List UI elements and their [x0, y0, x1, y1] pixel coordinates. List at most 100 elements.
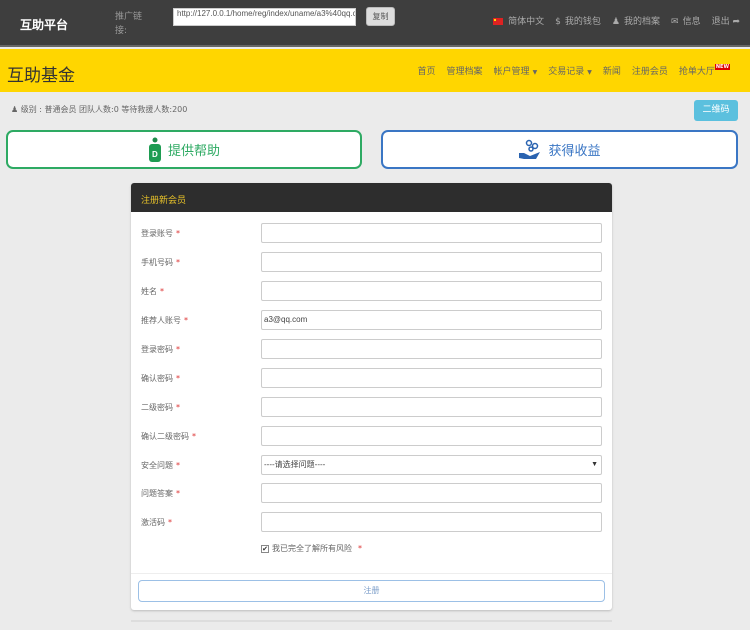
top-bar: 互助平台 推广链接: http://127.0.0.1/home/reg/ind… [0, 0, 750, 47]
form-row: 确认密码 * [131, 368, 612, 388]
logout-label: 退出 [711, 17, 730, 27]
register-panel: 注册新会员 登录账号 * 手机号码 * 姓名 * 推荐人账号 * a3@qq.com 登录密码 * 确… [131, 183, 612, 610]
form-input[interactable] [261, 339, 602, 359]
security-question-select[interactable]: ----请选择问题---- ▼ [261, 455, 602, 475]
form-input[interactable] [261, 252, 602, 272]
form-input[interactable] [261, 512, 602, 532]
risk-agreement[interactable]: ✔ 我已完全了解所有风险 * [261, 543, 362, 554]
share-icon: ➦ [729, 17, 740, 27]
nav-account-label: 帐户管理 [493, 67, 530, 77]
messages-label: 信息 [682, 17, 701, 27]
coin-jar-icon: D [148, 137, 161, 162]
nav-transactions[interactable]: 交易记录 ▼ [548, 64, 592, 77]
agree-label: 我已完全了解所有风险 [272, 544, 352, 553]
nav-register[interactable]: 注册会员 [632, 64, 668, 77]
form-row: 登录账号 * [131, 223, 612, 243]
divider [131, 620, 612, 622]
flag-cn-icon [493, 18, 504, 25]
dropdown-arrow-icon: ▼ [591, 461, 598, 468]
form-row: 推荐人账号 * a3@qq.com [131, 310, 612, 330]
copy-button[interactable]: 复制 [366, 7, 395, 26]
required-mark: * [168, 518, 172, 527]
field-label-text: 手机号码 [141, 258, 173, 267]
form-input[interactable] [261, 483, 602, 503]
field-label: 二级密码 * [141, 402, 180, 413]
nav-transactions-label: 交易记录 [548, 67, 585, 77]
language-link[interactable]: 简体中文 [493, 14, 544, 27]
field-label-text: 确认二级密码 [141, 432, 189, 441]
user-info-text: 级别 : 普通会员 团队人数:0 等待救援人数:200 [20, 105, 188, 114]
profile-link[interactable]: ♟ 我的档案 [612, 14, 660, 27]
form-row: 登录密码 * [131, 339, 612, 359]
field-label-text: 登录账号 [141, 229, 173, 238]
field-label-text: 推荐人账号 [141, 316, 181, 325]
field-value: ----请选择问题---- [264, 460, 326, 469]
form-input[interactable] [261, 223, 602, 243]
field-label-text: 安全问题 [141, 461, 173, 470]
field-label-text: 二级密码 [141, 403, 173, 412]
envelope-icon: ✉ [671, 17, 679, 27]
field-label: 确认密码 * [141, 373, 180, 384]
hand-coins-icon [519, 139, 541, 159]
required-mark: * [176, 489, 180, 498]
dollar-icon: $ [555, 17, 561, 27]
field-label: 激活码 * [141, 517, 172, 528]
site-title: 互助基金 [7, 66, 75, 86]
form-input[interactable] [261, 281, 602, 301]
brand-logo[interactable]: 互助平台 [20, 16, 68, 33]
field-label: 手机号码 * [141, 257, 180, 268]
field-label: 推荐人账号 * [141, 315, 188, 326]
register-button[interactable]: 注册 [138, 580, 605, 602]
nav-account[interactable]: 帐户管理 ▼ [494, 64, 538, 77]
required-mark: * [184, 316, 188, 325]
form-input[interactable] [261, 397, 602, 417]
required-mark: * [176, 345, 180, 354]
field-value: a3@qq.com [264, 315, 308, 324]
field-label-text: 激活码 [141, 518, 165, 527]
user-icon: ♟ [611, 17, 620, 27]
field-label: 登录密码 * [141, 344, 180, 355]
messages-link[interactable]: ✉ 信息 [671, 14, 701, 27]
form-row: 问题答案 * [131, 483, 612, 503]
form-row: 安全问题 * ----请选择问题---- ▼ [131, 455, 612, 475]
form-row: 确认二级密码 * [131, 426, 612, 446]
wallet-link[interactable]: $ 我的钱包 [555, 14, 601, 27]
nav-profile[interactable]: 管理档案 [447, 64, 483, 77]
provide-help-label: 提供帮助 [167, 144, 220, 159]
form-input[interactable]: a3@qq.com [261, 310, 602, 330]
user-info: ♟ 级别 : 普通会员 团队人数:0 等待救援人数:200 [11, 104, 187, 115]
get-income-button[interactable]: 获得收益 [381, 130, 738, 169]
form-input[interactable] [261, 368, 602, 388]
provide-help-button[interactable]: D 提供帮助 [6, 130, 362, 169]
nav-order-hall-label: 抢单大厅 [678, 67, 715, 77]
caret-down-icon: ▼ [587, 69, 592, 76]
qr-code-button[interactable]: 二维码 [694, 100, 738, 121]
form-row: 二级密码 * [131, 397, 612, 417]
main-nav: 首页 管理档案 帐户管理 ▼ 交易记录 ▼ 新闻 注册会员 抢单大厅NEW [418, 64, 730, 77]
field-label: 姓名 * [141, 286, 164, 297]
nav-news[interactable]: 新闻 [603, 64, 621, 77]
required-mark: * [358, 544, 362, 553]
field-label-text: 登录密码 [141, 345, 173, 354]
form-input[interactable] [261, 426, 602, 446]
field-label-text: 姓名 [141, 287, 157, 296]
promo-link-input[interactable]: http://127.0.0.1/home/reg/index/uname/a3… [173, 8, 356, 26]
field-label-text: 确认密码 [141, 374, 173, 383]
required-mark: * [176, 258, 180, 267]
field-label: 问题答案 * [141, 488, 180, 499]
logout-link[interactable]: 退出 ➦ [712, 14, 740, 27]
nav-home[interactable]: 首页 [418, 64, 436, 77]
top-links: 简体中文 $ 我的钱包 ♟ 我的档案 ✉ 信息 退出 ➦ [493, 14, 740, 27]
required-mark: * [160, 287, 164, 296]
nav-order-hall[interactable]: 抢单大厅NEW [679, 64, 730, 77]
field-label: 安全问题 * [141, 460, 180, 471]
get-income-label: 获得收益 [548, 144, 601, 159]
field-label: 确认二级密码 * [141, 431, 196, 442]
agree-checkbox[interactable]: ✔ [261, 544, 269, 553]
field-label-text: 问题答案 [141, 489, 173, 498]
required-mark: * [192, 432, 196, 441]
required-mark: * [176, 229, 180, 238]
user-icon: ♟ [11, 105, 21, 114]
required-mark: * [176, 403, 180, 412]
required-mark: * [176, 374, 180, 383]
